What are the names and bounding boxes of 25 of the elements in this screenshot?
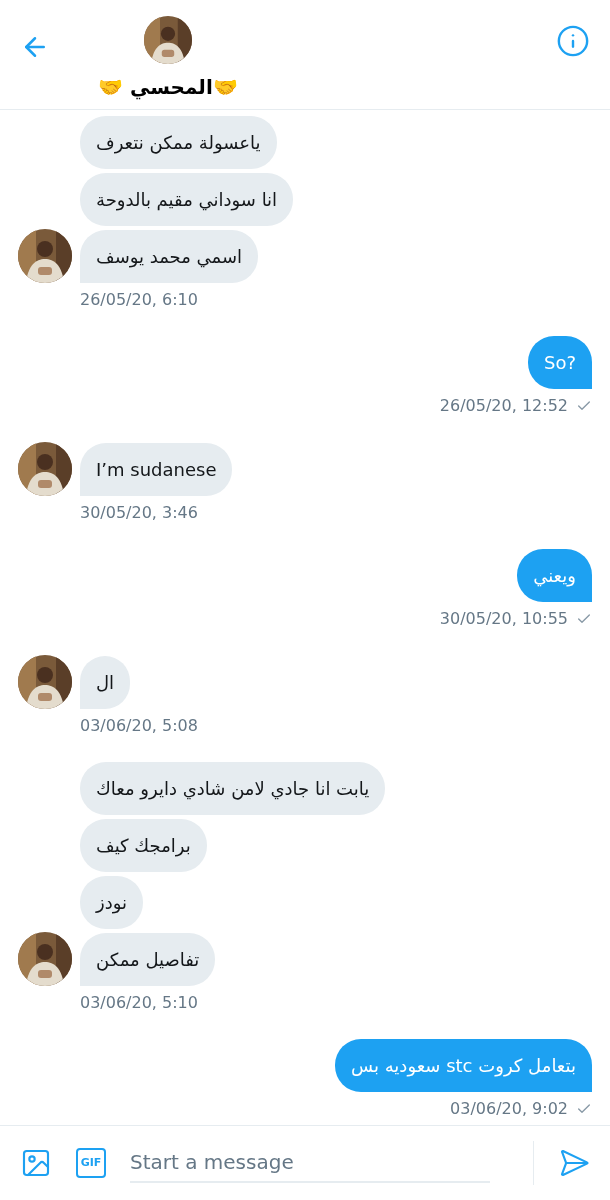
- timestamp: 30/05/20, 3:46: [80, 502, 198, 524]
- message-bubble: برامجك كيف: [80, 819, 207, 872]
- message-bubble: ياعسولة ممكن نتعرف: [80, 116, 277, 169]
- message-bubble: نودز: [80, 876, 144, 929]
- gif-button[interactable]: GIF: [76, 1148, 106, 1178]
- contact-name: 🤝المحسي 🤝: [98, 74, 238, 102]
- send-button[interactable]: [558, 1147, 590, 1179]
- info-icon[interactable]: [556, 24, 590, 58]
- timestamp: 03/06/20, 5:08: [80, 715, 198, 737]
- message-bubble: تفاصيل ممكن: [80, 933, 216, 986]
- message-bubble: اسمي محمد يوسف: [80, 230, 259, 283]
- message-bubble: I’m sudanese: [80, 443, 233, 496]
- timestamp: 26/05/20, 12:52: [439, 395, 568, 417]
- message-bubble: يابت انا جادي لامن شادي دايرو معاك: [80, 762, 386, 815]
- image-button[interactable]: [20, 1147, 52, 1179]
- message-bubble: So?: [528, 336, 592, 389]
- message-bubble: ال: [80, 656, 131, 709]
- timestamp: 30/05/20, 10:55: [439, 608, 568, 630]
- message-bubble: انا سوداني مقيم بالدوحة: [80, 173, 294, 226]
- timestamp: 03/06/20, 5:10: [80, 992, 198, 1014]
- timestamp: 03/06/20, 9:02: [450, 1098, 568, 1120]
- message-bubble: بتعامل كروت stc سعوديه بس: [335, 1039, 592, 1092]
- timestamp: 26/05/20, 6:10: [80, 289, 198, 311]
- message-bubble: ويعني: [517, 549, 592, 602]
- message-input[interactable]: Start a message: [130, 1143, 490, 1183]
